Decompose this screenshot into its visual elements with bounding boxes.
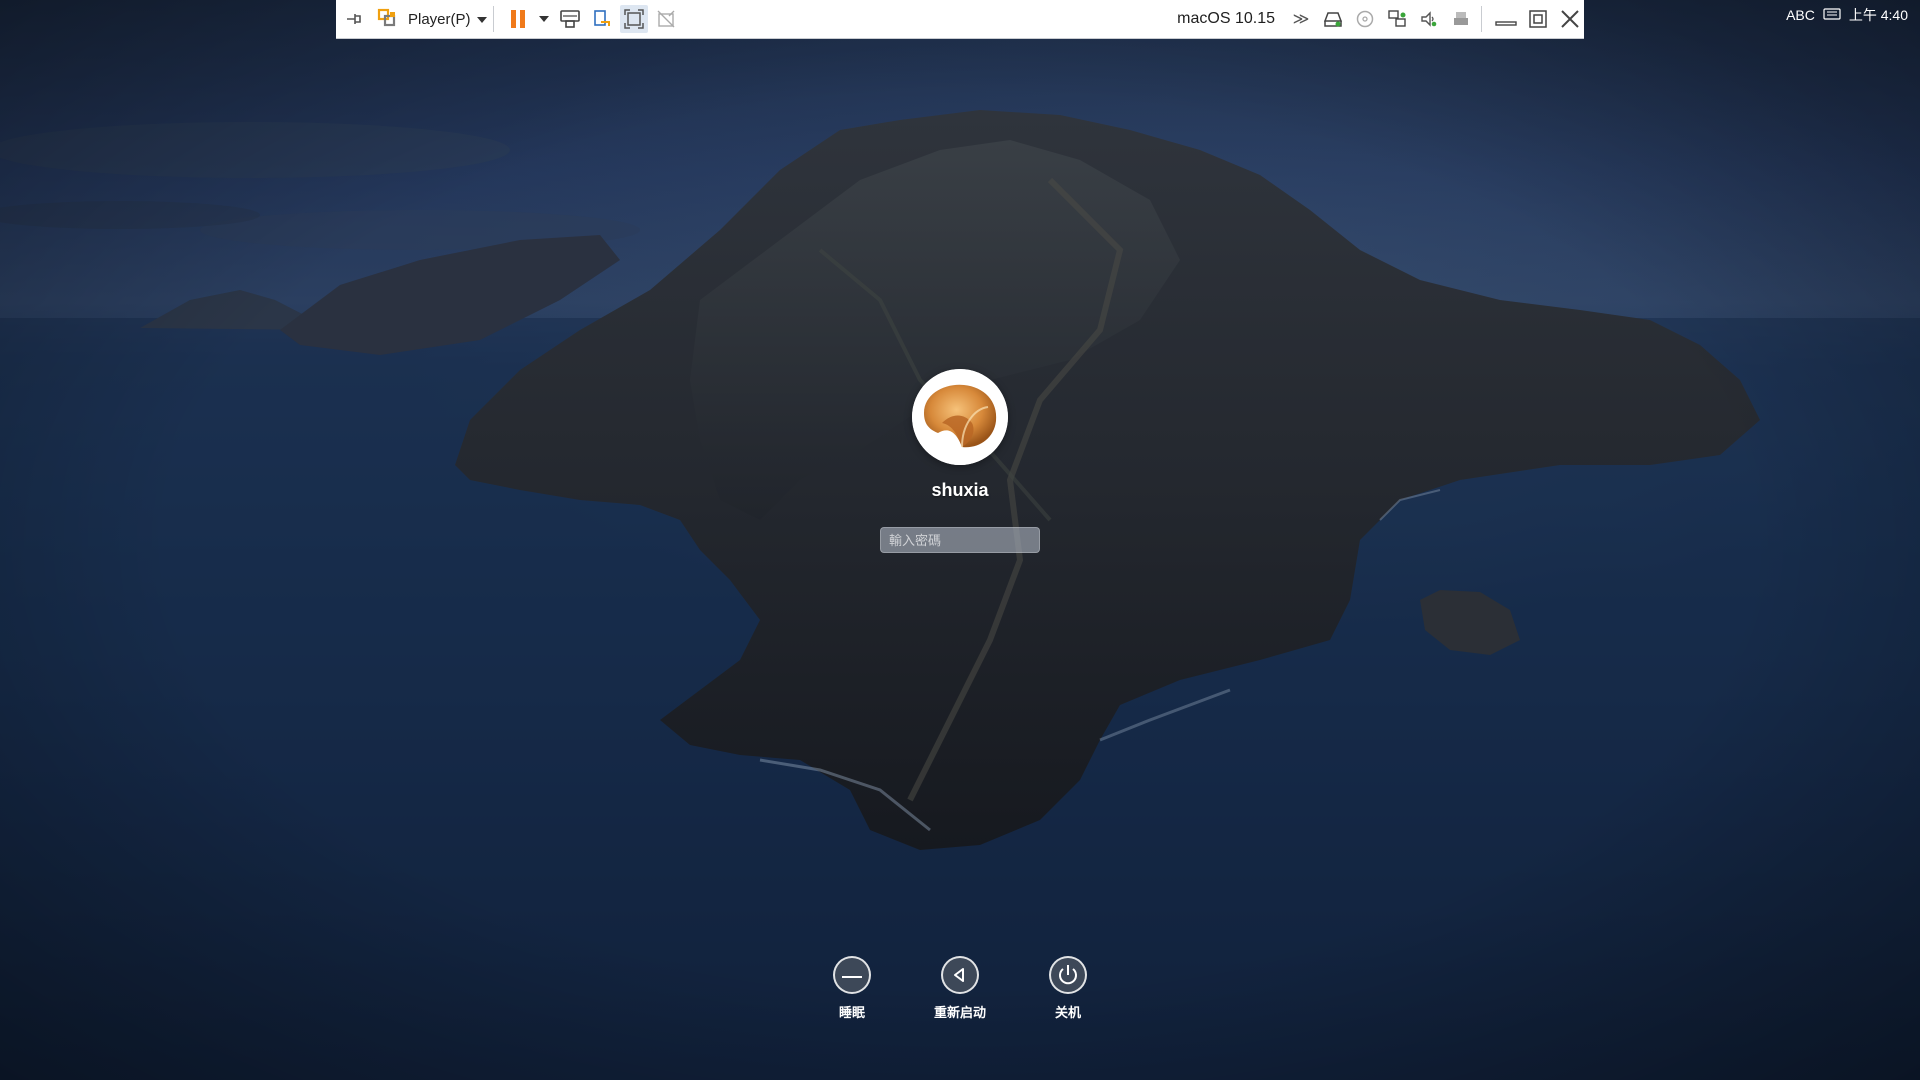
system-tray: ABC 上午 4:40 xyxy=(1786,4,1908,26)
minimize-icon[interactable] xyxy=(1492,5,1520,33)
full-screen-icon[interactable] xyxy=(619,5,648,33)
vm-name: macOS 10.15 xyxy=(1177,10,1275,27)
username-label: shuxia xyxy=(931,480,989,500)
input-method-indicator[interactable]: ABC xyxy=(1786,7,1815,23)
toolbar-divider xyxy=(1481,6,1482,32)
cd-dvd-icon[interactable] xyxy=(1351,5,1379,33)
power-options-chevron-icon[interactable] xyxy=(536,5,552,33)
fortune-cookie-icon xyxy=(912,369,1008,465)
password-input[interactable] xyxy=(880,527,1040,553)
removable-devices-icon[interactable] xyxy=(588,5,616,33)
player-menu[interactable]: Player(P) xyxy=(374,5,487,33)
keyboard-icon[interactable] xyxy=(1823,7,1841,24)
restart-button[interactable]: 重新启动 xyxy=(905,956,1015,1021)
sleep-button[interactable]: 睡眠 xyxy=(797,956,907,1021)
printer-icon[interactable] xyxy=(1447,5,1475,33)
player-menu-label: Player(P) xyxy=(408,10,471,28)
power-icon xyxy=(1049,956,1087,994)
sleep-icon xyxy=(833,956,871,994)
unity-mode-icon[interactable] xyxy=(652,5,680,33)
restart-label: 重新启动 xyxy=(933,1006,986,1021)
double-chevron-right-icon[interactable]: ≫ xyxy=(1287,5,1315,33)
pause-icon[interactable] xyxy=(504,5,532,33)
network-adapter-icon[interactable] xyxy=(1383,5,1411,33)
sound-card-icon[interactable] xyxy=(1415,5,1443,33)
hard-disk-icon[interactable] xyxy=(1319,5,1347,33)
user-avatar[interactable] xyxy=(912,369,1008,465)
vmware-player-toolbar: Player(P) macOS 10.15 ≫ xyxy=(336,0,1584,39)
vmware-logo-icon xyxy=(374,5,402,33)
restore-window-icon[interactable] xyxy=(1524,5,1552,33)
shutdown-label: 关机 xyxy=(1054,1006,1081,1021)
pin-icon[interactable] xyxy=(340,5,368,33)
clock[interactable]: 上午 4:40 xyxy=(1849,5,1908,25)
chevron-down-icon xyxy=(476,11,487,28)
sleep-label: 睡眠 xyxy=(838,1006,865,1021)
close-icon[interactable] xyxy=(1556,5,1584,33)
toolbar-divider xyxy=(492,6,494,32)
send-ctrl-alt-del-icon[interactable] xyxy=(556,5,584,33)
restart-icon xyxy=(941,956,979,994)
shutdown-button[interactable]: 关机 xyxy=(1013,956,1123,1021)
